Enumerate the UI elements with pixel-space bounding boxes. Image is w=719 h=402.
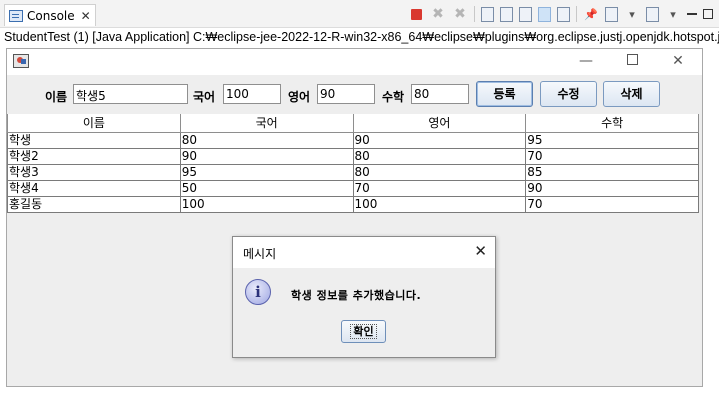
- cell-math[interactable]: 85: [525, 163, 699, 181]
- cell-math[interactable]: 90: [525, 179, 699, 197]
- maximize-window-icon[interactable]: [623, 53, 641, 69]
- window-title-bar: — ✕: [7, 49, 702, 75]
- clear-console-icon[interactable]: [481, 6, 494, 22]
- table-row[interactable]: 학생2 90 80 70: [7, 147, 699, 165]
- header-korean[interactable]: 국어: [179, 114, 354, 133]
- korean-field[interactable]: 100: [223, 84, 281, 104]
- cell-english[interactable]: 100: [352, 195, 527, 213]
- math-label: 수학: [382, 90, 405, 104]
- cell-name[interactable]: 학생: [7, 131, 181, 149]
- header-math[interactable]: 수학: [525, 114, 699, 133]
- cell-english[interactable]: 90: [352, 131, 527, 149]
- cell-english[interactable]: 80: [352, 163, 527, 181]
- english-label: 영어: [288, 90, 311, 104]
- maximize-icon[interactable]: [703, 9, 713, 19]
- launch-path: StudentTest (1) [Java Application] C:₩ec…: [4, 30, 719, 44]
- chevron-down-icon[interactable]: ▾: [665, 6, 681, 22]
- info-icon: i: [245, 279, 271, 305]
- remove-launch-icon[interactable]: ✖: [430, 6, 446, 22]
- header-english[interactable]: 영어: [352, 114, 527, 133]
- table-row[interactable]: 홍길동 100 100 70: [7, 195, 699, 213]
- header-name[interactable]: 이름: [7, 114, 181, 133]
- student-form: 이름 학생5 국어 100 영어 90 수학 80 등록 수정 삭제: [7, 81, 702, 107]
- minimize-window-icon[interactable]: —: [577, 53, 595, 69]
- cell-english[interactable]: 70: [352, 179, 527, 197]
- chevron-down-icon[interactable]: ▾: [624, 6, 640, 22]
- cell-math[interactable]: 70: [525, 147, 699, 165]
- ok-button[interactable]: 확인: [341, 320, 386, 343]
- close-icon[interactable]: ✕: [474, 242, 487, 260]
- cell-math[interactable]: 70: [525, 195, 699, 213]
- dialog-title: 메시지: [243, 247, 277, 261]
- show-on-stderr-icon[interactable]: [557, 6, 570, 22]
- cell-math[interactable]: 95: [525, 131, 699, 149]
- cell-name[interactable]: 학생3: [7, 163, 181, 181]
- dialog-body: i 학생 정보를 추가했습니다. 확인: [233, 268, 495, 357]
- cell-name[interactable]: 학생2: [7, 147, 181, 165]
- toolbar-separator: [474, 6, 475, 22]
- math-field[interactable]: 80: [411, 84, 469, 104]
- open-console-icon[interactable]: [646, 6, 659, 22]
- minimize-icon[interactable]: [687, 13, 697, 15]
- terminate-icon[interactable]: [411, 8, 422, 20]
- java-app-icon: [13, 54, 29, 68]
- table-row[interactable]: 학생3 95 80 85: [7, 163, 699, 181]
- cell-korean[interactable]: 90: [179, 147, 354, 165]
- toolbar-separator: [576, 6, 577, 22]
- name-field[interactable]: 학생5: [73, 84, 188, 104]
- cell-korean[interactable]: 100: [179, 195, 354, 213]
- korean-label: 국어: [193, 90, 216, 104]
- show-on-stdout-icon[interactable]: [538, 6, 551, 22]
- name-label: 이름: [45, 90, 68, 104]
- dialog-message: 학생 정보를 추가했습니다.: [291, 289, 422, 302]
- ok-button-label: 확인: [350, 324, 377, 339]
- cell-name[interactable]: 홍길동: [7, 195, 181, 213]
- message-dialog: 메시지 ✕ i 학생 정보를 추가했습니다. 확인: [232, 236, 496, 358]
- cell-english[interactable]: 80: [352, 147, 527, 165]
- console-tab[interactable]: Console ✕: [4, 4, 96, 26]
- console-toolbar: ✖ ✖ 📌 ▾ ▾: [409, 6, 713, 22]
- remove-all-icon[interactable]: ✖: [452, 6, 468, 22]
- cell-korean[interactable]: 80: [179, 131, 354, 149]
- console-tab-label: Console: [27, 8, 75, 23]
- table-row[interactable]: 학생 80 90 95: [7, 131, 699, 149]
- scroll-lock-icon[interactable]: [500, 6, 513, 22]
- edit-button[interactable]: 수정: [540, 81, 597, 107]
- cell-korean[interactable]: 50: [179, 179, 354, 197]
- close-window-icon[interactable]: ✕: [669, 53, 687, 69]
- register-button[interactable]: 등록: [476, 81, 533, 107]
- console-icon: [9, 9, 23, 22]
- cell-korean[interactable]: 95: [179, 163, 354, 181]
- console-view-bar: Console ✕ ✖ ✖ 📌 ▾ ▾: [0, 0, 719, 28]
- table-header-row: 이름 국어 영어 수학: [7, 114, 699, 133]
- word-wrap-icon[interactable]: [519, 6, 532, 22]
- delete-button[interactable]: 삭제: [603, 81, 660, 107]
- close-icon[interactable]: ✕: [81, 9, 91, 23]
- pin-console-icon[interactable]: 📌: [583, 6, 599, 22]
- student-table: 이름 국어 영어 수학 학생 80 90 95 학생2 90 80 70 학생3…: [7, 114, 699, 213]
- english-field[interactable]: 90: [317, 84, 375, 104]
- table-row[interactable]: 학생4 50 70 90: [7, 179, 699, 197]
- display-console-icon[interactable]: [605, 6, 618, 22]
- cell-name[interactable]: 학생4: [7, 179, 181, 197]
